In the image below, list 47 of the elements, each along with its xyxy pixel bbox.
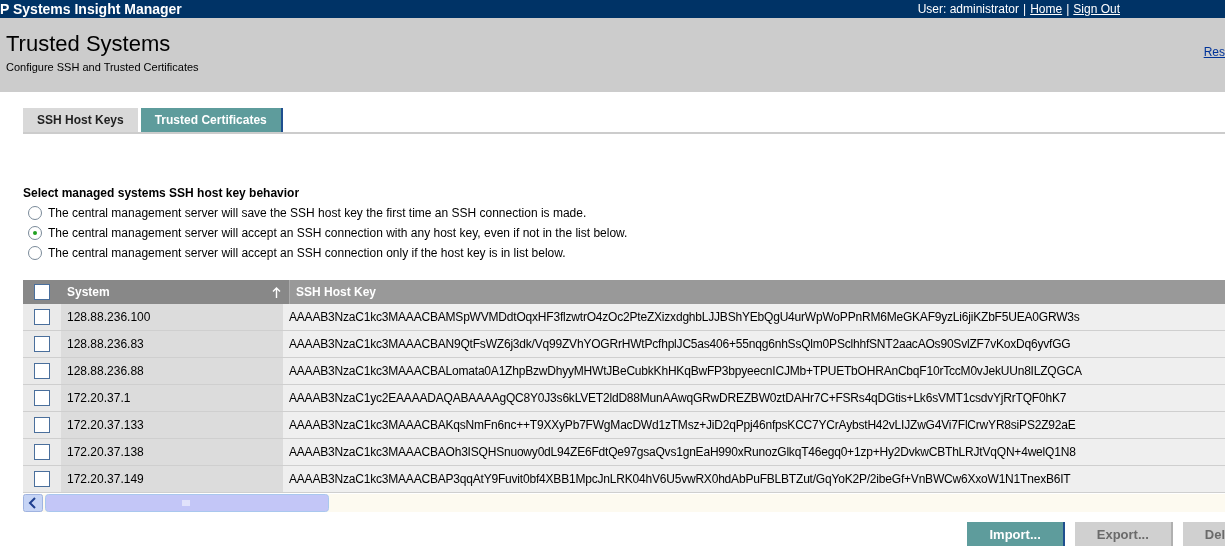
scroll-left-icon[interactable] (23, 494, 43, 512)
column-header[interactable]: System (61, 280, 290, 304)
tab[interactable]: Trusted Certificates (140, 108, 283, 132)
table-cell: 172.20.37.149 (61, 466, 283, 492)
user-label: User: administrator (917, 2, 1020, 16)
radio-label: The central management server will accept an SSH connection only if the host key is in list below. (48, 246, 566, 260)
action-button[interactable]: Import... (967, 522, 1065, 546)
table-cell: AAAAB3NzaC1kc3MAAACBAP3qqAtY9Fuvit0bf4XBB1MpcJnLRK04hV6U5vwRX0hdAbPuFBLBTZut/GqYoK2P/2ibeGf+VnBWCw6XxoW1N1TnexB6IT (283, 466, 1225, 492)
separator-text: | (1066, 2, 1070, 16)
row-checkbox[interactable] (34, 363, 50, 379)
row-checkbox[interactable] (34, 336, 50, 352)
sort-up-icon (272, 286, 281, 298)
table-cell: 128.88.236.100 (61, 304, 283, 330)
page-subtitle: Configure SSH and Trusted Certificates (6, 61, 199, 73)
header-link[interactable]: Sign Out (1073, 2, 1120, 16)
table-cell: AAAAB3NzaC1kc3MAAACBAOh3ISQHSnuowy0dL94ZE6FdtQe97gsaQvs1gnEaH990xRunozGlkqT46egq0+1zp+Hy2DvkwCBThLRJtVqQN+4welQ1N8 (283, 439, 1225, 465)
header-link[interactable]: Res (1203, 45, 1225, 59)
tab[interactable]: SSH Host Keys (23, 108, 138, 132)
column-title: System (67, 285, 110, 299)
select-all-checkbox[interactable] (34, 284, 50, 300)
table-cell: 172.20.37.1 (61, 385, 283, 411)
scrollbar-thumb[interactable] (45, 494, 329, 512)
table-cell: AAAAB3NzaC1yc2EAAAADAQABAAAAgQC8Y0J3s6kLVET2ldD88MunAAwqGRwDREZBW0ztDAHr7C+FSRs4qDGtis+Lk6sVMT1csdvYjRrTQF0hK7 (283, 385, 1225, 411)
separator-text: | (1023, 2, 1027, 16)
table-cell: AAAAB3NzaC1kc3MAAACBALomata0A1ZhpBzwDhyyMHWtJBeCubkKhHKqBwFP3bpyeecnICJMb+TPUETbOHRAnCbqF10rTccM0vJekUUn8ILZQGCA (283, 358, 1225, 384)
app-title: P Systems Insight Manager (0, 1, 182, 17)
row-checkbox[interactable] (34, 444, 50, 460)
table-cell: 172.20.37.133 (61, 412, 283, 438)
radio-label: The central management server will save the SSH host key the first time an SSH connection is made. (48, 206, 587, 220)
table-cell: 172.20.37.138 (61, 439, 283, 465)
row-checkbox[interactable] (34, 390, 50, 406)
column-header[interactable]: SSH Host Key (290, 280, 1225, 304)
radio-button[interactable] (28, 246, 42, 260)
page-title: Trusted Systems (6, 31, 172, 57)
table-cell: AAAAB3NzaC1kc3MAAACBAMSpWVMDdtOqxHF3flzwtrO4zOc2PteZXizxdghbLJJBShYEbQgU4urWpWoPPnRM6MeGKAF9yzLi6jiKZbF5UEA0GRW3s (283, 304, 1225, 330)
table-cell: AAAAB3NzaC1kc3MAAACBAKqsNmFn6nc++T9XXyPb7FWgMacDWd1zTMsz+JiD2qPpj46nfpsKCC7YCrAybstH42vLIJZwG4Vi7FlCrwYR8siPS2Z92aE (283, 412, 1225, 438)
radio-button[interactable] (28, 206, 42, 220)
row-checkbox[interactable] (34, 471, 50, 487)
radio-button[interactable] (28, 226, 42, 240)
section-heading: Select managed systems SSH host key behavior (23, 186, 301, 200)
radio-label: The central management server will accept an SSH connection with any host key, even if not in the list below. (48, 226, 628, 240)
table-cell: 128.88.236.88 (61, 358, 283, 384)
row-checkbox[interactable] (34, 309, 50, 325)
table-cell: 128.88.236.83 (61, 331, 283, 357)
row-checkbox[interactable] (34, 417, 50, 433)
header-link[interactable]: Home (1030, 2, 1063, 16)
table-cell: AAAAB3NzaC1kc3MAAACBAN9QtFsWZ6j3dk/Vq99ZVhYOGRrHWtPcfhplJC5as406+55nqg6nhSsQlm0PSclhhfSNT2aacAOs90SvlZF7vKoxDq6yvfGG (283, 331, 1225, 357)
